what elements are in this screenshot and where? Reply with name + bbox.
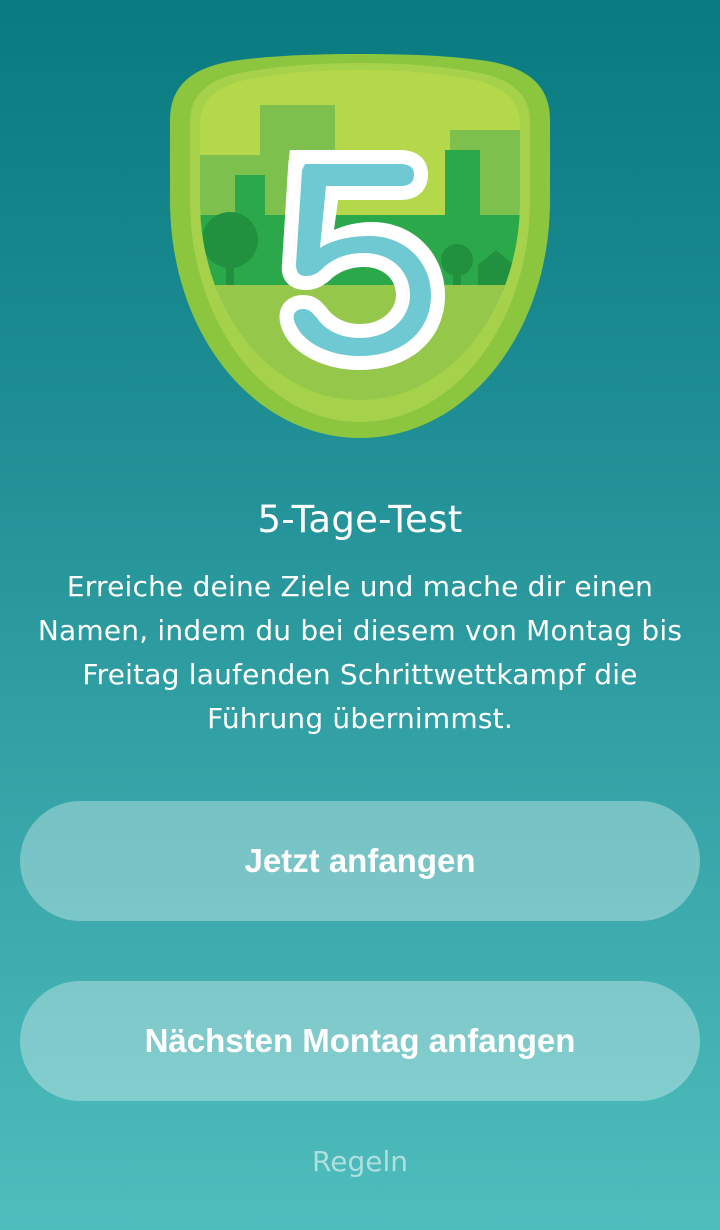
challenge-description: Erreiche deine Ziele und mache dir einen… <box>37 570 683 735</box>
challenge-title: 5-Tage-Test <box>257 498 463 541</box>
five-day-test-badge-icon <box>170 54 550 438</box>
start-now-button[interactable]: Jetzt anfangen <box>20 801 700 921</box>
rules-link[interactable]: Regeln <box>0 1140 720 1184</box>
start-next-monday-button[interactable]: Nächsten Montag anfangen <box>20 981 700 1101</box>
badge-digit-five <box>279 150 445 370</box>
five-day-test-badge <box>160 50 560 445</box>
